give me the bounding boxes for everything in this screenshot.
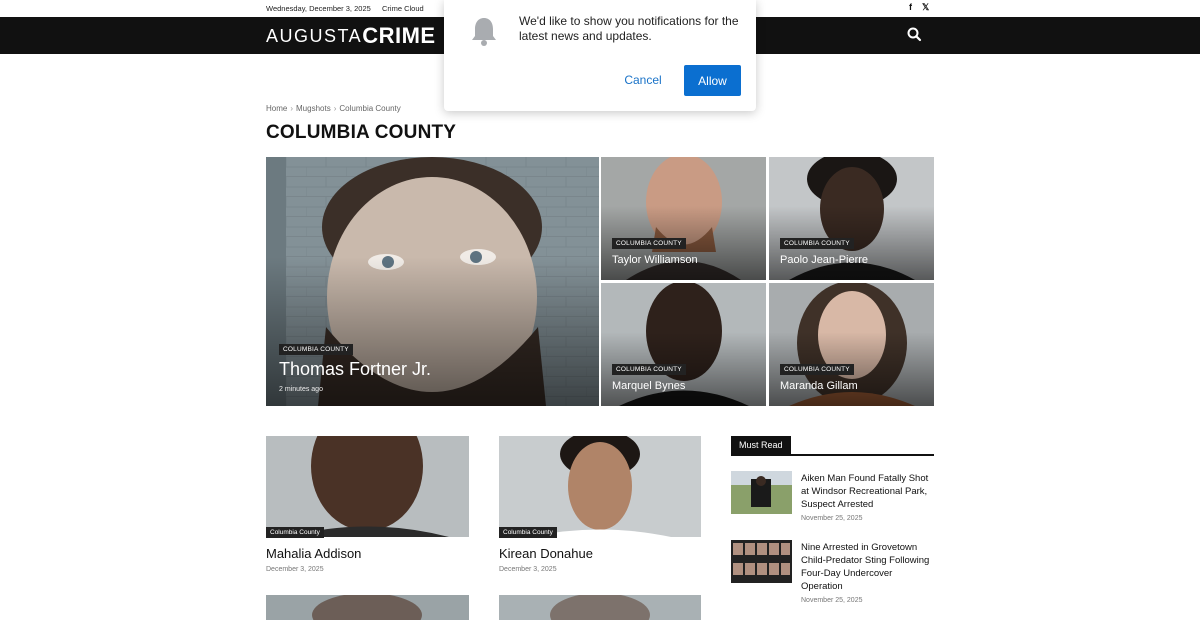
post-title[interactable]: Taylor Williamson bbox=[612, 254, 698, 266]
allow-button[interactable]: Allow bbox=[684, 65, 741, 96]
grid-post-tile[interactable]: COLUMBIA COUNTY Maranda Gillam bbox=[769, 283, 934, 406]
post-title[interactable]: Thomas Fortner Jr. bbox=[279, 359, 431, 380]
news-photo bbox=[731, 471, 792, 514]
featured-post-tile[interactable]: COLUMBIA COUNTY Thomas Fortner Jr. 2 min… bbox=[266, 157, 599, 406]
image-overlay bbox=[266, 256, 599, 406]
crime-cloud-link[interactable]: Crime Cloud bbox=[382, 4, 424, 13]
post-title[interactable]: Marquel Bynes bbox=[612, 380, 685, 392]
chevron-right-icon: › bbox=[290, 104, 294, 113]
category-badge[interactable]: COLUMBIA COUNTY bbox=[612, 364, 686, 375]
post-thumbnail[interactable] bbox=[499, 595, 701, 620]
facebook-icon[interactable]: f bbox=[909, 2, 912, 12]
sidebar-thumbnail[interactable] bbox=[731, 471, 792, 514]
sidebar-thumbnail[interactable] bbox=[731, 540, 792, 583]
post-title[interactable]: Maranda Gillam bbox=[780, 380, 858, 392]
post-date: December 3, 2025 bbox=[266, 566, 324, 573]
chevron-right-icon: › bbox=[333, 104, 337, 113]
sidebar-post-title[interactable]: Nine Arrested in Grovetown Child-Predato… bbox=[801, 541, 934, 593]
notification-message: We'd like to show you notifications for … bbox=[519, 14, 739, 43]
category-badge[interactable]: COLUMBIA COUNTY bbox=[612, 238, 686, 249]
page-title: COLUMBIA COUNTY bbox=[266, 122, 457, 143]
notification-prompt: We'd like to show you notifications for … bbox=[444, 0, 756, 111]
breadcrumb: Home › Mugshots › Columbia County bbox=[266, 104, 401, 113]
post-time: 2 minutes ago bbox=[279, 386, 323, 393]
post-title[interactable]: Kirean Donahue bbox=[499, 546, 593, 561]
sidebar-post-date: November 25, 2025 bbox=[801, 515, 863, 522]
mugshot-photo bbox=[266, 595, 469, 620]
logo-text-crime: CRIME bbox=[362, 23, 436, 48]
grid-post-tile[interactable]: COLUMBIA COUNTY Taylor Williamson bbox=[601, 157, 766, 280]
grid-post-tile[interactable]: COLUMBIA COUNTY Paolo Jean-Pierre bbox=[769, 157, 934, 280]
category-badge[interactable]: COLUMBIA COUNTY bbox=[279, 344, 353, 355]
post-thumbnail[interactable] bbox=[266, 595, 469, 620]
site-logo[interactable]: AUGUSTA CRIME bbox=[266, 23, 436, 49]
search-icon[interactable] bbox=[906, 26, 924, 44]
x-icon[interactable]: 𝕏 bbox=[922, 2, 929, 13]
post-thumbnail[interactable] bbox=[266, 436, 469, 537]
breadcrumb-current: Columbia County bbox=[339, 104, 401, 113]
category-badge[interactable]: COLUMBIA COUNTY bbox=[780, 364, 854, 375]
cancel-button[interactable]: Cancel bbox=[612, 67, 674, 93]
logo-text-augusta: AUGUSTA bbox=[266, 25, 363, 46]
current-date: Wednesday, December 3, 2025 bbox=[266, 4, 371, 13]
must-read-heading: Must Read bbox=[731, 436, 791, 454]
mugshot-photo bbox=[499, 595, 701, 620]
mugshot-photo bbox=[499, 436, 701, 537]
news-photo bbox=[731, 540, 792, 583]
sidebar-post-date: November 25, 2025 bbox=[801, 597, 863, 604]
category-badge[interactable]: Columbia County bbox=[266, 527, 324, 538]
post-date: December 3, 2025 bbox=[499, 566, 557, 573]
category-badge[interactable]: Columbia County bbox=[499, 527, 557, 538]
bell-icon bbox=[470, 16, 498, 46]
heading-underline bbox=[731, 454, 934, 456]
post-thumbnail[interactable] bbox=[499, 436, 701, 537]
breadcrumb-mugshots[interactable]: Mugshots bbox=[296, 104, 331, 113]
grid-post-tile[interactable]: COLUMBIA COUNTY Marquel Bynes bbox=[601, 283, 766, 406]
category-badge[interactable]: COLUMBIA COUNTY bbox=[780, 238, 854, 249]
post-title[interactable]: Paolo Jean-Pierre bbox=[780, 254, 868, 266]
sidebar-post-title[interactable]: Aiken Man Found Fatally Shot at Windsor … bbox=[801, 472, 934, 511]
breadcrumb-home[interactable]: Home bbox=[266, 104, 287, 113]
post-title[interactable]: Mahalia Addison bbox=[266, 546, 361, 561]
mugshot-photo bbox=[266, 436, 469, 537]
